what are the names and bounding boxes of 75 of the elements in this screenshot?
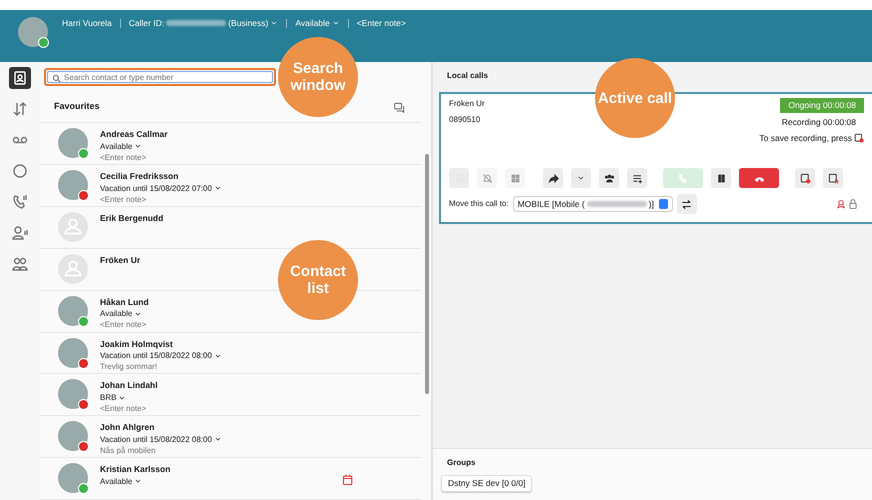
contact-row[interactable]: Cecilia Fredriksson Vacation until 15/08/2022 07:00 <Enter note> [40, 165, 421, 207]
chat-bubbles-icon[interactable] [394, 102, 405, 113]
note-field[interactable]: <Enter note> [356, 17, 406, 30]
contact-name: Kristian Karlsson [100, 463, 170, 476]
save-recording-icon [800, 172, 810, 184]
contact-status[interactable]: Available [100, 140, 168, 152]
contact-row[interactable]: John Ahlgren Vacation until 15/08/2022 08:00 Nås på mobilen [40, 416, 421, 458]
forward-arrow-button[interactable] [543, 168, 563, 188]
forward-arrow-icon [548, 172, 558, 184]
contact-name: Joakim Holmqvist [100, 338, 174, 350]
save-hint: To save recording, press [759, 132, 852, 144]
phone-bars-icon [12, 194, 28, 210]
move-label: Move this call to: [449, 198, 509, 210]
pause-icon [716, 172, 726, 184]
list-add-icon [632, 172, 642, 184]
phone-icon [678, 172, 688, 184]
pause-button[interactable] [711, 168, 731, 188]
contact-row[interactable]: Andreas Callmar Available <Enter note> [40, 123, 421, 166]
person-bars-icon [12, 225, 28, 241]
search-field[interactable]: Search contact or type number [44, 68, 276, 86]
contact-note[interactable]: Nås på mobilen [100, 444, 222, 456]
contact-status[interactable]: Available [100, 308, 149, 320]
contact-note[interactable]: <Enter note> [100, 152, 168, 163]
contact-status[interactable]: Vacation until 15/08/2022 08:00 [100, 434, 222, 445]
contact-status[interactable]: Vacation until 15/08/2022 07:00 [100, 182, 222, 194]
list-add-button[interactable] [627, 168, 647, 188]
calendar-icon [342, 474, 354, 486]
section-title: Groups [447, 457, 476, 469]
contact-name: Cecilia Fredriksson [100, 170, 180, 183]
scrollbar[interactable] [425, 154, 429, 394]
call-state: Ongoing 00:00:08 [780, 98, 864, 113]
contact-name: John Ahlgren [100, 421, 156, 434]
swap-arrows-icon [681, 198, 692, 210]
save-recording-icon [854, 132, 864, 143]
phone-hangup-button[interactable] [739, 168, 779, 188]
contact-status[interactable]: Vacation until 15/08/2022 08:00 [100, 350, 222, 362]
group-chip[interactable]: Dstny SE dev [0 0/0] [441, 475, 532, 492]
contact-row[interactable]: Kristian Karlsson Available [40, 458, 421, 500]
contact-row[interactable]: Johan Lindahl BRB <Enter note> [40, 374, 421, 416]
section-title: Favourites [54, 100, 100, 114]
search-icon [52, 74, 61, 83]
group-icon [12, 256, 28, 272]
people-button[interactable] [599, 168, 619, 188]
contact-status[interactable]: BRB [100, 392, 158, 404]
up-down-arrows-icon [12, 101, 28, 117]
bell-slash-icon [482, 172, 492, 184]
section-title: Local calls [446, 70, 489, 82]
caller-number: 0890510 [449, 114, 482, 126]
award-icon [836, 199, 846, 210]
contact-row[interactable]: Joakim Holmqvist Vacation until 15/08/2022 08:00 Trevlig sommar! [40, 332, 421, 374]
pause-recording-button[interactable] [823, 168, 843, 188]
sidebar-tab[interactable] [9, 67, 31, 89]
contact-note[interactable]: <Enter note> [100, 319, 149, 330]
contact-status[interactable]: Available [100, 476, 170, 487]
people-icon [604, 172, 614, 184]
device-select[interactable]: MOBILE [Mobile ( )] [512, 196, 673, 212]
swap-button[interactable] [676, 194, 697, 214]
caller-id-selector[interactable]: Caller ID: (Business) [128, 17, 278, 30]
contact-note[interactable]: <Enter note> [100, 194, 222, 205]
contact-name: Håkan Lund [100, 296, 149, 308]
contact-name: Andreas Callmar [100, 128, 168, 141]
grid-icon [510, 172, 520, 184]
caller-name: Fröken Ur [449, 98, 485, 110]
lock-icon [848, 199, 858, 210]
chat-icon [12, 163, 28, 179]
status-selector[interactable]: Available [295, 17, 340, 30]
user-name: Harri Vuorela [62, 17, 112, 30]
contact-name: Erik Bergenudd [100, 212, 164, 225]
contacts-icon [12, 70, 28, 86]
contact-note[interactable]: <Enter note> [100, 403, 158, 414]
contact-note[interactable]: Trevlig sommar! [100, 361, 222, 372]
contact-name: Fröken Ur [100, 254, 140, 267]
save-recording-button[interactable] [795, 168, 815, 188]
contact-name: Johan Lindahl [100, 379, 158, 392]
pause-recording-icon [828, 172, 838, 184]
